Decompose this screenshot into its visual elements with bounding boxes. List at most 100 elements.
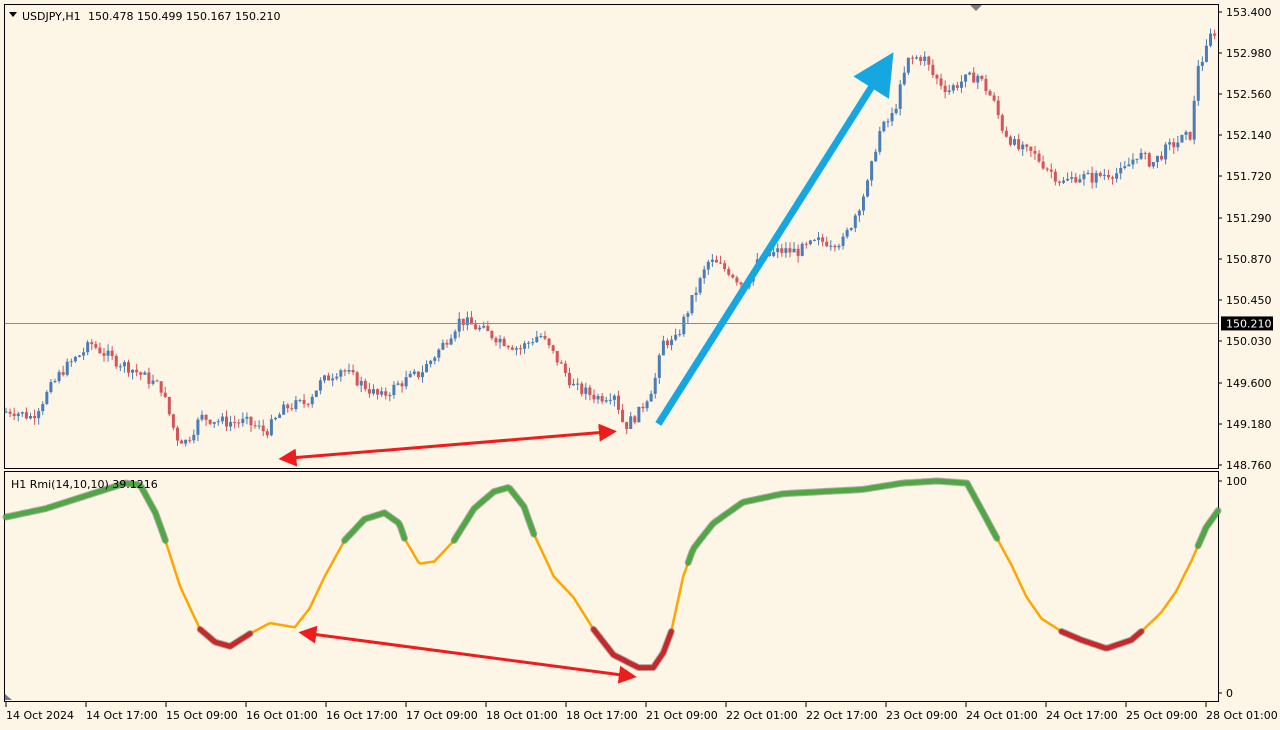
candle-bear (355, 372, 359, 386)
candle-bear (825, 241, 829, 247)
candle-bear (208, 419, 212, 424)
candle-bull (674, 334, 678, 340)
candle-bull (629, 416, 633, 429)
candle-bear (788, 248, 792, 253)
candle-bull (73, 356, 77, 362)
candle-bull (220, 416, 224, 422)
candle-bear (147, 372, 151, 384)
candle-bull (1086, 172, 1090, 175)
candle-bull (420, 372, 424, 378)
candle-bull (1200, 61, 1204, 66)
candle-bull (425, 364, 429, 373)
candle-bear (1004, 130, 1008, 137)
candle-bear (543, 335, 547, 339)
candle-bear (927, 56, 931, 65)
candle-bear (1172, 142, 1176, 148)
candle-bull (449, 338, 453, 345)
candle-bear (616, 395, 620, 410)
candle-bull (1070, 177, 1074, 179)
candle-bull (359, 380, 363, 386)
candle-bull (514, 348, 518, 350)
candle-bull (915, 57, 919, 59)
candle-bull (347, 370, 351, 372)
candle-bear (1213, 33, 1217, 36)
indicator-panel-frame (4, 471, 1219, 702)
candle-bear (833, 245, 837, 248)
candle-bull (1176, 142, 1180, 148)
candle-bull (849, 228, 853, 230)
candle-bear (1106, 174, 1110, 178)
candle-bull (886, 121, 890, 123)
current-price-label: 150.210 (1226, 317, 1272, 330)
candle-bull (335, 376, 339, 379)
candle-bear (972, 72, 976, 83)
candle-bull (531, 342, 535, 344)
candle-bear (12, 413, 16, 417)
candle-bear (286, 404, 290, 409)
candle-bull (65, 361, 69, 375)
price-tick-label: 150.870 (1226, 253, 1272, 266)
candle-bear (600, 396, 604, 402)
candle-bear (8, 411, 12, 414)
candle-bear (180, 440, 184, 444)
candle-bull (523, 343, 527, 349)
candle-bear (1111, 177, 1115, 179)
candle-bear (1057, 181, 1061, 183)
candle-bull (653, 377, 657, 394)
indicator-axis: 100 0 (1218, 475, 1247, 700)
candle-bear (1098, 172, 1102, 176)
price-tick-label: 150.030 (1226, 335, 1272, 348)
candle-bull (1204, 45, 1208, 62)
candle-bull (69, 361, 73, 363)
candle-bull (951, 85, 955, 91)
candle-bear (992, 95, 996, 101)
time-tick-label: 14 Oct 2024 (6, 709, 74, 722)
candle-bull (498, 338, 502, 343)
candle-bull (457, 318, 461, 332)
candle-bear (233, 422, 237, 424)
candle-bull (976, 75, 980, 83)
candle-bull (1102, 174, 1106, 176)
chart-shift-marker[interactable] (970, 5, 982, 11)
candle-bear (910, 57, 914, 59)
candle-bull (898, 84, 902, 109)
candle-bear (1017, 139, 1021, 150)
candle-bull (16, 413, 20, 417)
candle-bear (494, 338, 498, 343)
price-tick-label: 152.140 (1226, 129, 1272, 142)
candle-bull (1082, 174, 1086, 180)
candle-bear (135, 369, 139, 373)
candle-bear (580, 383, 584, 394)
symbol-dropdown-icon[interactable] (9, 12, 17, 17)
candle-bear (114, 356, 118, 367)
candle-bull (706, 261, 710, 270)
candle-bear (249, 416, 253, 426)
candle-bear (384, 391, 388, 396)
candle-bear (518, 348, 522, 350)
chart-window[interactable]: 153.400 152.980 152.560 152.140 151.720 151.2… (0, 0, 1280, 730)
candle-bull (273, 417, 277, 420)
candle-bear (290, 408, 294, 410)
candle-bear (204, 414, 208, 420)
candle-bear (1029, 146, 1033, 151)
time-tick-label: 14 Oct 17:00 (86, 709, 158, 722)
candle-bull (604, 400, 608, 402)
candle-bear (343, 370, 347, 372)
candle-bull (429, 360, 433, 365)
candle-bear (939, 78, 943, 86)
candle-bull (380, 391, 384, 395)
candle-bear (592, 394, 596, 400)
rmi-segment-shadow (450, 484, 538, 544)
candle-bull (1123, 166, 1127, 168)
candle-bear (935, 75, 939, 79)
chart-canvas[interactable]: 153.400 152.980 152.560 152.140 151.720 151.2… (0, 0, 1280, 730)
candle-bull (947, 90, 951, 92)
candle-bull (41, 403, 45, 412)
candle-bear (265, 431, 269, 436)
candle-bull (812, 239, 816, 241)
candle-bull (184, 439, 188, 444)
candle-bull (278, 414, 282, 418)
candle-bull (772, 252, 776, 256)
candle-bear (996, 100, 1000, 116)
candle-bear (416, 371, 420, 378)
